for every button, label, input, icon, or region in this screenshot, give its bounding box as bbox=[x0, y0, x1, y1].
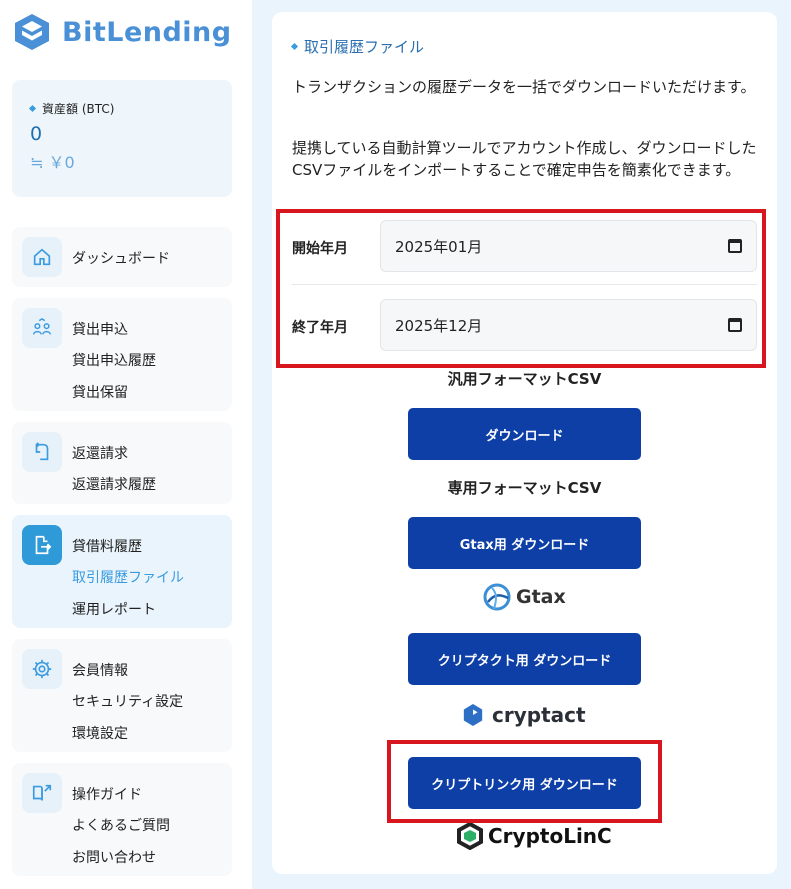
cryptolinc-mark-icon bbox=[457, 822, 483, 850]
nav-item-faq[interactable]: よくあるご質問 bbox=[72, 815, 170, 835]
diamond-icon bbox=[28, 104, 37, 113]
nav-item-lending-history[interactable]: 貸出申込履歴 bbox=[72, 350, 156, 370]
return-icon bbox=[22, 432, 62, 472]
nav-group-fee: 貸借料履歴 取引履歴ファイル 運用レポート bbox=[12, 515, 232, 628]
gear-icon bbox=[22, 649, 62, 689]
nav-item-security[interactable]: セキュリティ設定 bbox=[72, 691, 183, 711]
asset-summary-card: 資産額 (BTC) 0 ≒ ￥0 bbox=[12, 80, 232, 197]
nav-item-report[interactable]: 運用レポート bbox=[72, 599, 156, 619]
gtax-download-button[interactable]: Gtax用 ダウンロード bbox=[408, 517, 641, 569]
nav-item-environment[interactable]: 環境設定 bbox=[72, 723, 128, 743]
gtax-logo: Gtax bbox=[482, 582, 566, 612]
nav-item-lending-hold[interactable]: 貸出保留 bbox=[72, 382, 128, 402]
cryptolinc-logo: CryptoLinC bbox=[456, 822, 612, 850]
file-export-icon bbox=[22, 525, 62, 565]
nav-item-dashboard[interactable]: ダッシュボード bbox=[72, 248, 170, 268]
nav-group-dashboard: ダッシュボード bbox=[12, 227, 232, 287]
sidebar: BitLending 資産額 (BTC) 0 ≒ ￥0 ダッシュボード 貸出申込… bbox=[0, 0, 252, 889]
nav-item-member-info[interactable]: 会員情報 bbox=[72, 660, 128, 680]
nav-group-return: 返還請求 返還請求履歴 bbox=[12, 422, 232, 504]
generic-download-button[interactable]: ダウンロード bbox=[408, 408, 641, 460]
nav-item-return-history[interactable]: 返還請求履歴 bbox=[72, 474, 156, 494]
book-link-icon bbox=[22, 773, 62, 813]
generic-csv-heading: 汎用フォーマットCSV bbox=[447, 370, 602, 388]
home-icon bbox=[22, 237, 62, 277]
nav-group-member: 会員情報 セキュリティ設定 環境設定 bbox=[12, 639, 232, 752]
cryptact-mark-icon bbox=[463, 704, 483, 726]
gtax-globe-icon bbox=[483, 583, 511, 611]
nav-item-return-request[interactable]: 返還請求 bbox=[72, 443, 128, 463]
cryptact-logo: cryptact bbox=[462, 702, 586, 728]
jpy-balance: ≒ ￥0 bbox=[30, 153, 75, 172]
brand-name: BitLending bbox=[62, 16, 232, 48]
nav-item-contact[interactable]: お問い合わせ bbox=[72, 847, 156, 867]
diamond-icon bbox=[290, 42, 299, 51]
nav-item-transaction-file[interactable]: 取引履歴ファイル bbox=[72, 567, 184, 587]
dedicated-csv-heading: 専用フォーマットCSV bbox=[447, 479, 602, 497]
panel-title: 取引履歴ファイル bbox=[304, 38, 425, 56]
bitlending-logo-icon bbox=[15, 14, 49, 50]
nav-item-guide[interactable]: 操作ガイド bbox=[72, 784, 142, 804]
nav-item-lending-apply[interactable]: 貸出申込 bbox=[72, 319, 128, 339]
nav-group-lending: 貸出申込 貸出申込履歴 貸出保留 bbox=[12, 298, 232, 411]
description-2: 提携している自動計算ツールでアカウント作成し、ダウンロードしたCSVファイルをイ… bbox=[292, 139, 757, 179]
users-exchange-icon bbox=[22, 308, 62, 348]
asset-label: 資産額 (BTC) bbox=[42, 102, 115, 116]
cryptact-download-button[interactable]: クリプタクト用 ダウンロード bbox=[408, 633, 641, 685]
btc-balance: 0 bbox=[30, 123, 43, 145]
nav-item-fee-history[interactable]: 貸借料履歴 bbox=[72, 536, 142, 556]
highlight-cryptolinc-button bbox=[387, 740, 662, 823]
description-1: トランザクションの履歴データを一括でダウンロードいただけます。 bbox=[292, 78, 756, 96]
nav-group-guide: 操作ガイド よくあるご質問 お問い合わせ bbox=[12, 763, 232, 876]
highlight-date-range bbox=[276, 209, 766, 368]
brand-logo[interactable]: BitLending bbox=[12, 12, 232, 52]
